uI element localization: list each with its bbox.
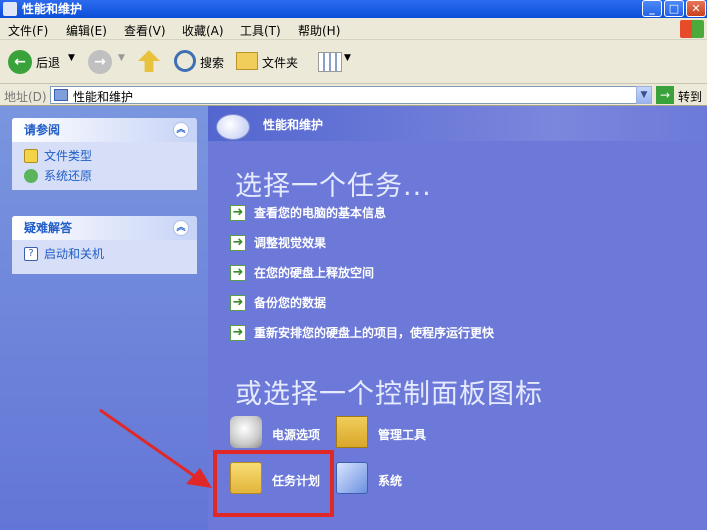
system-restore-icon bbox=[24, 169, 38, 183]
task-arrow-icon: ➜ bbox=[230, 265, 246, 281]
control-panel-icon bbox=[54, 89, 68, 101]
forward-arrow-icon[interactable]: → bbox=[88, 50, 112, 74]
task-visual-effects[interactable]: ➜ 调整视觉效果 bbox=[230, 234, 326, 252]
search-button-label[interactable]: 搜索 bbox=[200, 54, 224, 78]
link-startup-shutdown-label: 启动和关机 bbox=[44, 247, 105, 261]
see-also-title: 请参阅 bbox=[24, 123, 61, 137]
address-dropdown-icon[interactable]: ▼ bbox=[636, 86, 652, 104]
help-question-icon: ? bbox=[24, 247, 38, 261]
category-title: 性能和维护 bbox=[263, 118, 324, 132]
minimize-button[interactable]: _ bbox=[642, 0, 662, 17]
title-bar: 性能和维护 _ □ ✕ bbox=[0, 0, 707, 18]
menu-edit[interactable]: 编辑(E) bbox=[66, 22, 107, 39]
system-label: 系统 bbox=[378, 474, 403, 488]
task-arrow-icon: ➜ bbox=[230, 235, 246, 251]
task-arrow-icon: ➜ bbox=[230, 205, 246, 221]
go-label: 转到 bbox=[678, 90, 703, 104]
task-label: 重新安排您的硬盘上的项目，使程序运行更快 bbox=[254, 326, 495, 340]
close-button[interactable]: ✕ bbox=[686, 0, 706, 17]
menu-help[interactable]: 帮助(H) bbox=[298, 22, 340, 39]
troubleshoot-panel: 疑难解答 ︽ ? 启动和关机 bbox=[12, 216, 197, 274]
admin-tools-label: 管理工具 bbox=[378, 428, 427, 442]
folders-button-label[interactable]: 文件夹 bbox=[262, 54, 298, 78]
go-button[interactable]: → 转到 bbox=[656, 86, 706, 104]
task-backup-data[interactable]: ➜ 备份您的数据 bbox=[230, 294, 326, 312]
menu-bar: 文件(F) 编辑(E) 查看(V) 收藏(A) 工具(T) 帮助(H) bbox=[0, 18, 707, 40]
address-value[interactable]: 性能和维护 bbox=[73, 88, 133, 105]
highlight-box bbox=[213, 450, 334, 517]
search-icon[interactable] bbox=[174, 50, 196, 72]
folders-icon[interactable] bbox=[236, 52, 258, 70]
task-label: 查看您的电脑的基本信息 bbox=[254, 206, 387, 220]
link-file-types[interactable]: 文件类型 bbox=[22, 146, 187, 166]
task-label: 调整视觉效果 bbox=[254, 236, 327, 250]
windows-logo-icon bbox=[680, 20, 704, 38]
admin-tools-item[interactable]: 管理工具 bbox=[336, 416, 446, 448]
menu-view[interactable]: 查看(V) bbox=[124, 22, 166, 39]
window-title: 性能和维护 bbox=[22, 2, 83, 16]
task-arrow-icon: ➜ bbox=[230, 325, 246, 341]
performance-maintenance-icon bbox=[216, 114, 250, 140]
system-icon bbox=[336, 462, 368, 494]
task-label: 在您的硬盘上释放空间 bbox=[254, 266, 375, 280]
task-label: 备份您的数据 bbox=[254, 296, 327, 310]
go-arrow-icon: → bbox=[656, 86, 674, 104]
pick-task-heading: 选择一个任务... bbox=[235, 171, 432, 202]
forward-dropdown-icon[interactable]: ▼ bbox=[118, 53, 125, 77]
system-item[interactable]: 系统 bbox=[336, 462, 446, 494]
views-dropdown-icon[interactable]: ▼ bbox=[344, 53, 351, 77]
menu-file[interactable]: 文件(F) bbox=[8, 22, 48, 39]
collapse-chevron-icon[interactable]: ︽ bbox=[173, 122, 189, 138]
task-arrow-icon: ➜ bbox=[230, 295, 246, 311]
views-icon[interactable] bbox=[318, 52, 342, 72]
task-free-disk-space[interactable]: ➜ 在您的硬盘上释放空间 bbox=[230, 264, 374, 282]
power-options-icon bbox=[230, 416, 262, 448]
maximize-button[interactable]: □ bbox=[664, 0, 684, 17]
window-icon bbox=[3, 2, 17, 16]
link-system-restore[interactable]: 系统还原 bbox=[22, 166, 187, 186]
address-label: 地址(D) bbox=[4, 90, 47, 104]
toolbar: ← 后退 ▼ → ▼ 搜索 文件夹 ▼ bbox=[0, 40, 707, 84]
back-button-label[interactable]: 后退 bbox=[36, 54, 60, 78]
troubleshoot-title: 疑难解答 bbox=[24, 221, 73, 235]
menu-tools[interactable]: 工具(T) bbox=[240, 22, 281, 39]
address-bar: 地址(D) 性能和维护 ▼ → 转到 bbox=[0, 84, 707, 106]
category-header: 性能和维护 bbox=[208, 106, 707, 141]
file-types-icon bbox=[24, 149, 38, 163]
link-system-restore-label: 系统还原 bbox=[44, 169, 93, 183]
pick-icon-heading: 或选择一个控制面板图标 bbox=[235, 379, 543, 410]
up-folder-icon[interactable] bbox=[138, 50, 160, 72]
menu-favorites[interactable]: 收藏(A) bbox=[182, 22, 224, 39]
link-file-types-label: 文件类型 bbox=[44, 149, 93, 163]
back-dropdown-icon[interactable]: ▼ bbox=[68, 53, 75, 77]
address-field[interactable]: 性能和维护 bbox=[50, 86, 650, 104]
see-also-panel: 请参阅 ︽ 文件类型 系统还原 bbox=[12, 118, 197, 190]
collapse-chevron-icon[interactable]: ︽ bbox=[173, 220, 189, 236]
task-defragment[interactable]: ➜ 重新安排您的硬盘上的项目，使程序运行更快 bbox=[230, 324, 494, 342]
admin-tools-icon bbox=[336, 416, 368, 448]
task-view-basic-info[interactable]: ➜ 查看您的电脑的基本信息 bbox=[230, 204, 386, 222]
link-startup-shutdown[interactable]: ? 启动和关机 bbox=[22, 244, 187, 264]
power-options-label: 电源选项 bbox=[272, 428, 321, 442]
pointer-arrow-icon bbox=[99, 408, 212, 488]
power-options-item[interactable]: 电源选项 bbox=[230, 416, 340, 448]
back-arrow-icon[interactable]: ← bbox=[8, 50, 32, 74]
